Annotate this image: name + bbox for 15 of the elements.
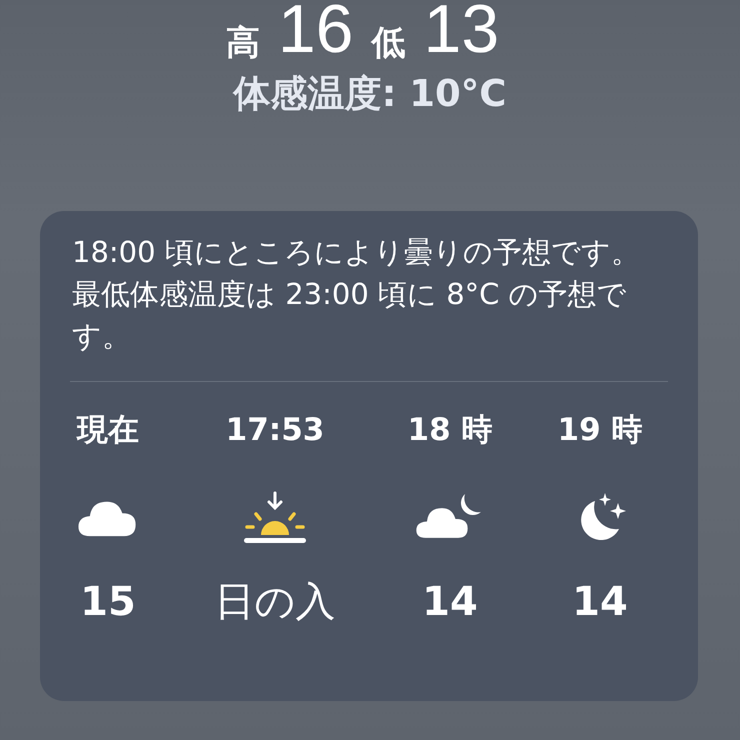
hour-label: 18 時 [408, 411, 492, 450]
hour-temperature: 日の入 [214, 578, 336, 628]
hour-label: 19 時 [558, 411, 642, 450]
hour-temperature: 15 [80, 578, 136, 628]
low-label: 低 [372, 26, 406, 60]
hour-label: 現在 [77, 411, 139, 450]
forecast-summary: 18:00 頃にところにより曇りの予想です。最低体感温度は 23:00 頃に 8°C の予想です。 [71, 234, 641, 356]
high-temperature: 16 [278, 0, 354, 60]
hour-temperature: 14 [422, 578, 478, 628]
hour-label: 17:53 [226, 411, 324, 450]
sunset-icon [243, 491, 307, 546]
feels-like-temperature: 体感温度: 10°C [234, 72, 506, 115]
hour-temperature: 14 [572, 578, 628, 628]
high-label: 高 [226, 26, 260, 60]
low-temperature: 13 [424, 0, 500, 60]
